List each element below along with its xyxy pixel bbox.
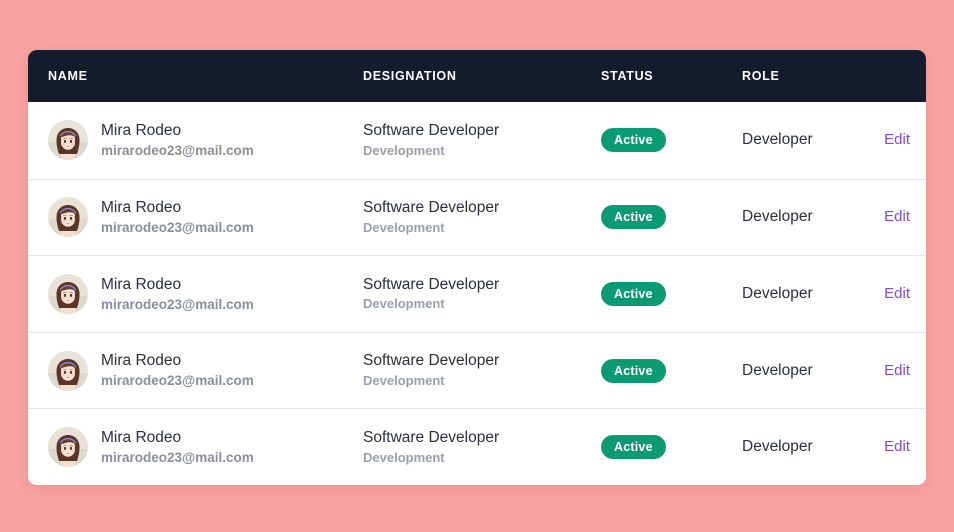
name-text-block: Mira Rodeo mirarodeo23@mail.com	[101, 122, 254, 158]
status-badge: Active	[601, 128, 666, 153]
name-text-block: Mira Rodeo mirarodeo23@mail.com	[101, 429, 254, 465]
avatar-mira-rodeo	[48, 427, 88, 468]
cell-role: Developer	[742, 362, 862, 380]
person-name: Mira Rodeo	[101, 429, 182, 446]
status-badge: Active	[601, 281, 666, 306]
designation-department: Development	[363, 219, 445, 235]
cell-designation: Software Developer Development	[363, 429, 601, 466]
cell-role: Developer	[742, 438, 862, 456]
table-row[interactable]: Mira Rodeo mirarodeo23@mail.com Software…	[28, 255, 926, 332]
edit-link[interactable]: Edit	[884, 285, 910, 302]
person-email: mirarodeo23@mail.com	[101, 296, 254, 312]
role-text: Developer	[742, 361, 813, 379]
cell-name: Mira Rodeo mirarodeo23@mail.com	[28, 350, 363, 391]
cell-status: Active	[601, 358, 742, 383]
status-badge: Active	[601, 205, 666, 230]
table-row[interactable]: Mira Rodeo mirarodeo23@mail.com Software…	[28, 102, 926, 179]
designation-department: Development	[363, 296, 445, 312]
designation-department: Development	[363, 373, 445, 389]
table-row[interactable]: Mira Rodeo mirarodeo23@mail.com Software…	[28, 331, 926, 409]
person-email: mirarodeo23@mail.com	[101, 142, 254, 158]
status-badge: Active	[601, 358, 666, 383]
table-row[interactable]: Mira Rodeo mirarodeo23@mail.com Software…	[28, 408, 926, 485]
table-body: Mira Rodeo mirarodeo23@mail.com Software…	[28, 102, 926, 485]
edit-link[interactable]: Edit	[884, 208, 910, 225]
designation-title: Software Developer	[363, 352, 500, 370]
role-text: Developer	[742, 131, 813, 149]
role-text: Developer	[742, 438, 813, 456]
cell-role: Developer	[742, 208, 862, 226]
designation-department: Development	[363, 449, 445, 465]
person-name: Mira Rodeo	[101, 275, 182, 293]
column-header-designation: DESIGNATION	[363, 69, 457, 83]
cell-name: Mira Rodeo mirarodeo23@mail.com	[28, 197, 363, 238]
role-text: Developer	[742, 208, 813, 226]
name-text-block: Mira Rodeo mirarodeo23@mail.com	[101, 352, 254, 388]
cell-action: Edit	[862, 285, 926, 303]
person-name: Mira Rodeo	[101, 122, 182, 140]
avatar-mira-rodeo	[48, 273, 88, 314]
edit-link[interactable]: Edit	[884, 131, 910, 148]
cell-designation: Software Developer Development	[363, 122, 601, 159]
cell-designation: Software Developer Development	[363, 199, 601, 236]
page-root: NAME DESIGNATION STATUS ROLE Mira Rodeo …	[0, 0, 954, 532]
person-email: mirarodeo23@mail.com	[101, 449, 254, 465]
cell-designation: Software Developer Development	[363, 276, 601, 313]
column-header-role: ROLE	[742, 69, 780, 83]
cell-status: Active	[601, 205, 742, 230]
designation-title: Software Developer	[363, 121, 500, 139]
name-text-block: Mira Rodeo mirarodeo23@mail.com	[101, 199, 254, 235]
designation-department: Development	[363, 142, 445, 158]
column-header-status: STATUS	[601, 69, 654, 83]
cell-action: Edit	[862, 208, 926, 226]
edit-link[interactable]: Edit	[884, 438, 910, 455]
table-header-row: NAME DESIGNATION STATUS ROLE	[28, 50, 926, 102]
person-email: mirarodeo23@mail.com	[101, 373, 254, 389]
avatar-mira-rodeo	[48, 350, 88, 391]
cell-action: Edit	[862, 131, 926, 149]
designation-title: Software Developer	[363, 275, 500, 293]
cell-action: Edit	[862, 362, 926, 380]
designation-title: Software Developer	[363, 199, 500, 217]
user-table-card: NAME DESIGNATION STATUS ROLE Mira Rodeo …	[28, 50, 926, 485]
cell-name: Mira Rodeo mirarodeo23@mail.com	[28, 427, 363, 468]
cell-designation: Software Developer Development	[363, 352, 601, 389]
cell-role: Developer	[742, 285, 862, 303]
column-header-name: NAME	[48, 69, 88, 83]
avatar-mira-rodeo	[48, 197, 88, 238]
cell-name: Mira Rodeo mirarodeo23@mail.com	[28, 120, 363, 161]
person-name: Mira Rodeo	[101, 199, 182, 217]
cell-action: Edit	[862, 438, 926, 456]
role-text: Developer	[742, 284, 813, 302]
name-text-block: Mira Rodeo mirarodeo23@mail.com	[101, 276, 254, 312]
edit-link[interactable]: Edit	[884, 362, 910, 379]
table-row[interactable]: Mira Rodeo mirarodeo23@mail.com Software…	[28, 178, 926, 256]
person-name: Mira Rodeo	[101, 352, 182, 370]
cell-status: Active	[601, 281, 742, 306]
cell-name: Mira Rodeo mirarodeo23@mail.com	[28, 273, 363, 314]
designation-title: Software Developer	[363, 428, 500, 446]
avatar-mira-rodeo	[48, 120, 88, 161]
cell-status: Active	[601, 128, 742, 153]
cell-role: Developer	[742, 131, 862, 149]
cell-status: Active	[601, 435, 742, 460]
person-email: mirarodeo23@mail.com	[101, 220, 254, 236]
status-badge: Active	[601, 435, 666, 460]
